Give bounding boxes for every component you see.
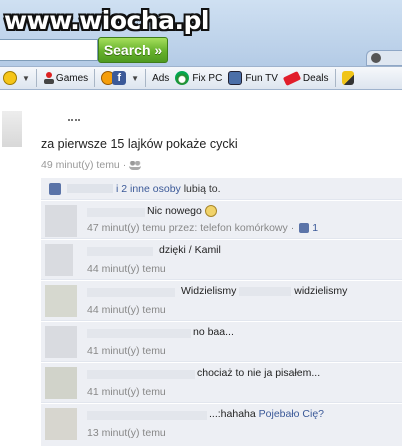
facebook-post: za pierwsze 15 lajków pokaże cycki 49 mi… — [0, 91, 402, 446]
comment-timestamp[interactable]: 44 minut(y) temu — [87, 304, 166, 316]
comment-meta: 44 minut(y) temu — [87, 304, 166, 316]
post-meta: 49 minut(y) temu · — [41, 159, 142, 171]
post-timestamp[interactable]: 49 minut(y) temu — [41, 159, 120, 171]
joystick-icon — [43, 71, 54, 85]
toolbar-deals-button[interactable]: Deals — [281, 67, 332, 89]
commenter-name-redacted[interactable] — [87, 411, 207, 420]
comment-text: chociaż to nie ja pisałem... — [197, 367, 321, 379]
commenter-name-redacted[interactable] — [87, 370, 195, 379]
others-liked-link[interactable]: i 2 inne osoby — [116, 183, 181, 195]
toolbar-facebook-button[interactable]: f ▼ — [98, 67, 142, 89]
facebook-icon: f — [112, 71, 127, 85]
commenter-name-redacted[interactable] — [87, 208, 145, 217]
tab-favicon-icon — [371, 53, 381, 63]
comment-meta: 44 minut(y) temu — [87, 263, 166, 275]
tv-icon — [228, 71, 243, 85]
comment-meta: 41 minut(y) temu — [87, 386, 166, 398]
chevron-down-icon: ▼ — [131, 73, 140, 83]
commenter-avatar[interactable] — [45, 408, 77, 440]
likes-summary: i 2 inne osoby lubią to. — [41, 178, 402, 200]
comment-item: no baa... 41 minut(y) temu — [41, 322, 402, 362]
comment-timestamp[interactable]: 47 minut(y) temu przez: telefon komórkow… — [87, 222, 288, 234]
watermark: www.wiocha.pl — [4, 6, 209, 35]
smiley-menu[interactable]: ▼ — [0, 67, 33, 89]
toolbar-fixpc-button[interactable]: Fix PC — [172, 67, 225, 89]
commenter-avatar[interactable] — [45, 367, 77, 399]
comment-item: Widzielismy widzielismy 44 minut(y) temu — [41, 281, 402, 321]
audience-friends-icon[interactable] — [129, 160, 142, 170]
comment-item: chociaż to nie ja pisałem... 41 minut(y)… — [41, 363, 402, 403]
browser-top-bar: www.wiocha.pl Search » ▼ Games f ▼ Ads F… — [0, 0, 402, 90]
chevron-down-icon: ▼ — [22, 73, 30, 83]
fix-pc-icon — [175, 71, 190, 85]
toolbar-ads-label: Ads — [152, 72, 170, 84]
meta-separator: · — [290, 222, 295, 234]
comment-timestamp[interactable]: 41 minut(y) temu — [87, 386, 166, 398]
comment-item: dzięki / Kamil 44 minut(y) temu — [41, 240, 402, 280]
browser-toolbar: ▼ Games f ▼ Ads Fix PC Fun TV Deals — [0, 66, 402, 90]
post-author-name-redacted — [68, 119, 80, 123]
meta-separator: · — [122, 159, 127, 171]
comment-timestamp[interactable]: 41 minut(y) temu — [87, 345, 166, 357]
comment-item: ...:hahaha Pojebało Cię? 13 minut(y) tem… — [41, 404, 402, 446]
comment-text: Nic nowego — [147, 205, 217, 218]
comment-text: dzięki / Kamil — [159, 244, 221, 256]
commenter-name-redacted[interactable] — [87, 247, 153, 256]
commenter-name-redacted[interactable] — [87, 288, 175, 297]
comment-meta: 47 minut(y) temu przez: telefon komórkow… — [87, 222, 318, 234]
commenter-avatar[interactable] — [45, 285, 77, 317]
comment-link[interactable]: Pojebało Cię? — [259, 408, 324, 420]
smile-emoji-icon — [204, 205, 217, 218]
post-author-avatar[interactable] — [2, 111, 22, 147]
comment-like-count[interactable]: 1 — [312, 222, 318, 234]
commenter-avatar[interactable] — [45, 205, 77, 237]
comment-text: no baa... — [193, 326, 234, 338]
toolbar-divider — [94, 69, 96, 87]
comment-meta: 13 minut(y) temu — [87, 427, 166, 439]
search-input[interactable] — [0, 39, 98, 61]
toolbar-funtv-button[interactable]: Fun TV — [225, 67, 281, 89]
smiley-icon — [3, 71, 17, 85]
toolbar-games-button[interactable]: Games — [40, 67, 91, 89]
likes-suffix: lubią to. — [183, 182, 221, 195]
toolbar-deals-label: Deals — [302, 72, 329, 84]
browser-tab[interactable] — [366, 50, 402, 66]
deals-tag-icon — [282, 70, 302, 86]
commenter-name-redacted[interactable] — [87, 329, 191, 338]
comment-meta: 41 minut(y) temu — [87, 345, 166, 357]
toolbar-games-label: Games — [55, 72, 89, 84]
commenter-avatar[interactable] — [45, 244, 73, 276]
search-button[interactable]: Search » — [98, 37, 168, 63]
toolbar-pen-button[interactable] — [339, 67, 360, 89]
toolbar-funtv-label: Fun TV — [245, 72, 278, 84]
like-thumb-icon — [49, 182, 61, 195]
comment-text: ...:hahaha Pojebało Cię? — [209, 408, 325, 420]
comment-text: Widzielismy widzielismy — [181, 285, 348, 297]
like-thumb-icon[interactable] — [299, 223, 310, 233]
post-text: za pierwsze 15 lajków pokaże cycki — [41, 137, 238, 151]
toolbar-divider — [35, 69, 37, 87]
liker-name-redacted — [67, 184, 113, 193]
commenter-avatar[interactable] — [45, 326, 77, 358]
pencil-icon — [341, 71, 354, 85]
comment-timestamp[interactable]: 44 minut(y) temu — [87, 263, 166, 275]
toolbar-divider — [334, 69, 336, 87]
toolbar-fixpc-label: Fix PC — [192, 72, 223, 84]
toolbar-divider — [145, 69, 147, 87]
comment-item: Nic nowego 47 minut(y) temu przez: telef… — [41, 201, 402, 239]
comment-timestamp[interactable]: 13 minut(y) temu — [87, 427, 166, 439]
